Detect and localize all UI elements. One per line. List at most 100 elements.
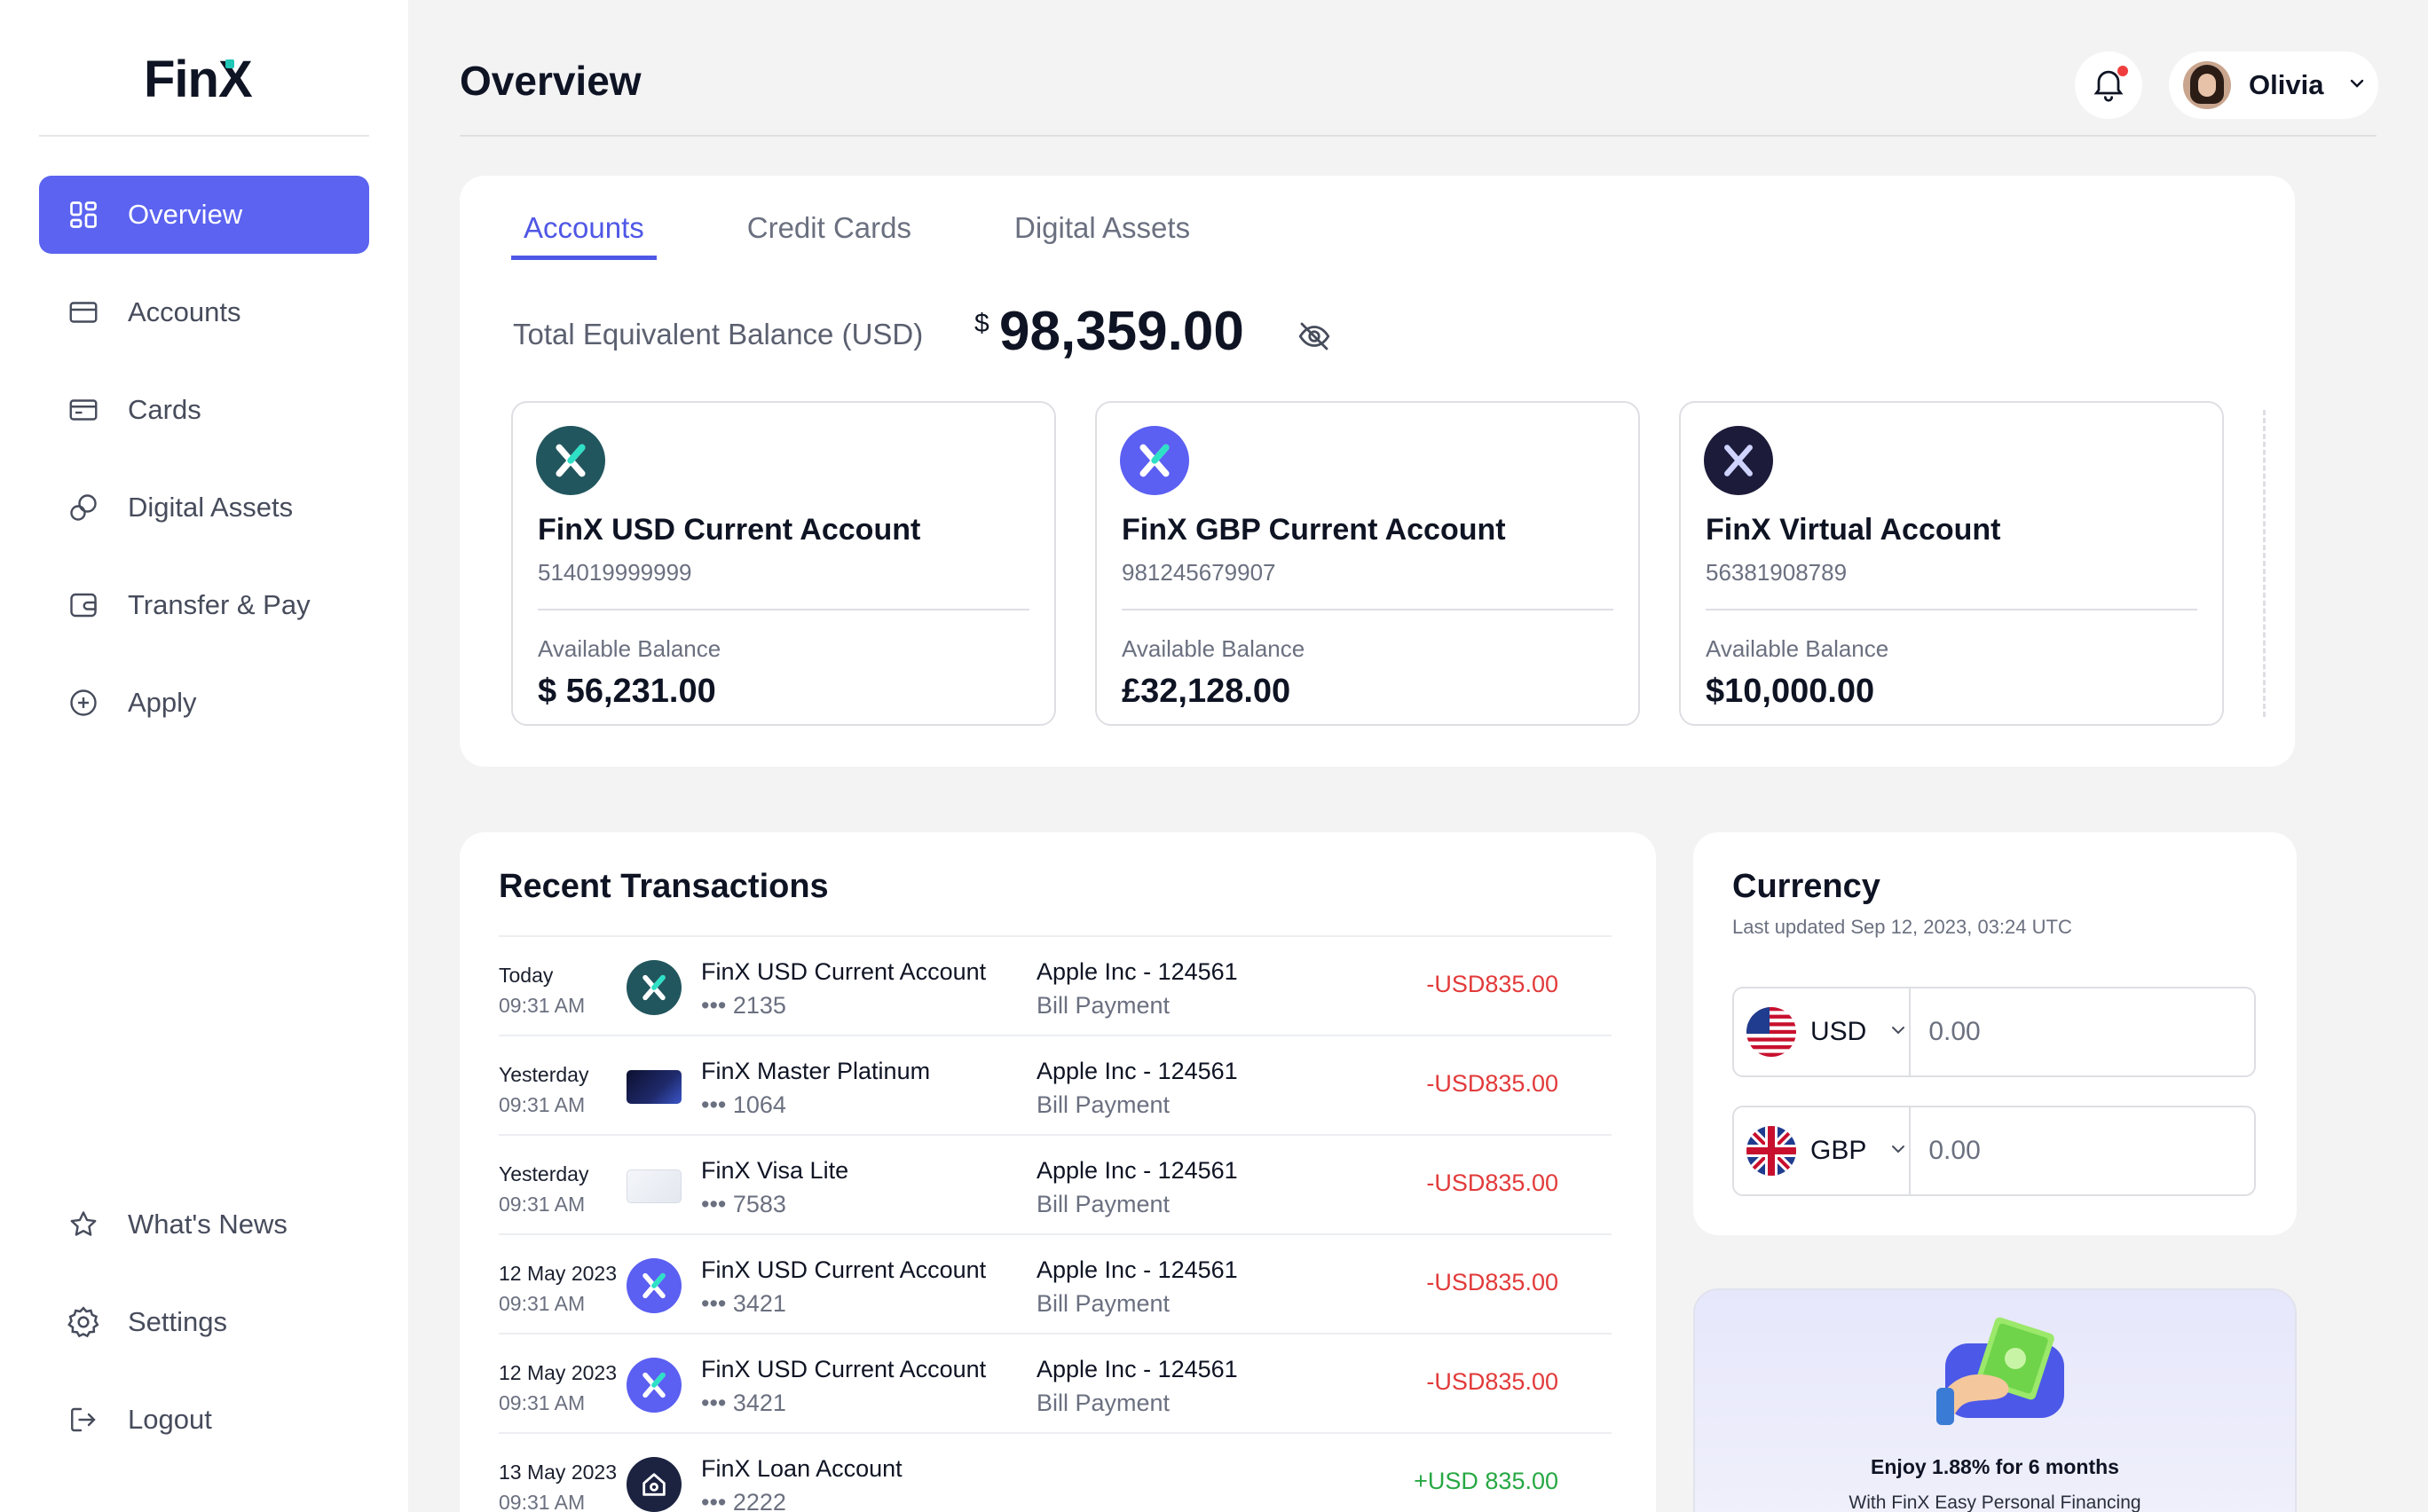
sidebar-item-label: What's News [128,1209,288,1240]
notifications-button[interactable] [2075,51,2142,119]
sidebar-item-label: Logout [128,1404,212,1435]
account-number: 981245679907 [1122,559,1276,586]
grid-icon [66,197,101,232]
table-row[interactable]: Today 09:31 AM FinX USD Current Account ••… [499,935,1612,1035]
card-icon [66,392,101,428]
credit-card-icon [627,1070,682,1104]
table-row[interactable]: Yesterday 09:31 AM FinX Visa Lite ••• 7583… [499,1134,1612,1233]
header-divider [460,135,2377,137]
sidebar-item-label: Cards [128,394,201,425]
hide-balance-icon[interactable] [1296,318,1333,359]
transaction-amount: -USD835.00 [1426,1368,1558,1395]
user-menu[interactable]: Olivia [2169,51,2378,119]
total-balance-currency: $ [974,309,989,338]
table-row[interactable]: Yesterday 09:31 AM FinX Master Platinum ••… [499,1035,1612,1134]
star-icon [66,1207,101,1242]
balance-label: Available Balance [538,635,721,662]
uk-flag-icon [1746,1126,1796,1176]
sidebar-item-settings[interactable]: Settings [39,1283,369,1361]
transaction-amount: +USD 835.00 [1414,1468,1558,1494]
currency-converter-row: GBP [1732,1106,2272,1196]
account-balance: £32,128.00 [1122,673,1291,710]
plus-circle-icon [66,685,101,721]
transaction-merchant: Apple Inc - 124561 Bill Payment [1037,1058,1238,1118]
tab-credit-cards[interactable]: Credit Cards [735,211,924,260]
page-title: Overview [460,58,642,104]
currency-select[interactable]: USD [1734,988,1912,1075]
promo-banner[interactable]: Enjoy 1.88% for 6 months With FinX Easy … [1693,1288,2297,1512]
balance-label: Available Balance [1706,635,1889,662]
transaction-date: 12 May 2023 09:31 AM [499,1262,617,1315]
section-title: Currency [1732,868,1880,905]
divider [39,135,369,137]
house-icon [627,1457,682,1512]
finx-x-icon [1120,426,1189,495]
currency-select[interactable]: GBP [1734,1107,1912,1194]
coins-icon [66,490,101,525]
sidebar-item-transfer-pay[interactable]: Transfer & Pay [39,566,369,644]
account-card[interactable]: FinX USD Current Account 514019999999 Av… [511,401,1056,726]
transaction-amount: -USD835.00 [1426,1269,1558,1295]
avatar [2183,61,2231,109]
sidebar-item-apply[interactable]: Apply [39,664,369,742]
transaction-date: Yesterday 09:31 AM [499,1162,589,1216]
transaction-account: FinX Visa Lite ••• 7583 [701,1157,849,1217]
sidebar-item-digital-assets[interactable]: Digital Assets [39,469,369,547]
transaction-merchant: Apple Inc - 124561 Bill Payment [1037,958,1238,1019]
sidebar-item-label: Settings [128,1306,228,1337]
table-row[interactable]: 13 May 2023 09:31 AM FinX Loan Account •••… [499,1432,1612,1512]
table-row[interactable]: 12 May 2023 09:31 AM FinX USD Current Acc… [499,1233,1612,1333]
account-balance: $ 56,231.00 [538,673,716,710]
transaction-merchant: Apple Inc - 124561 Bill Payment [1037,1256,1238,1317]
total-balance-value: 98,359.00 [999,301,1244,362]
sidebar-item-accounts[interactable]: Accounts [39,273,369,351]
finx-x-icon [536,426,605,495]
finx-logo[interactable]: FinX [144,50,253,109]
currency-code: USD [1810,1017,1867,1046]
credit-card-icon [627,1169,682,1203]
gear-icon [66,1304,101,1340]
transaction-amount: -USD835.00 [1426,1169,1558,1196]
account-card[interactable]: FinX Virtual Account 56381908789 Availab… [1679,401,2224,726]
sidebar-nav: Overview Accounts Cards Digital Assets T… [39,176,369,761]
sidebar-item-whats-news[interactable]: What's News [39,1185,369,1264]
amount-input[interactable] [1911,988,2272,1075]
transaction-account: FinX USD Current Account ••• 2135 [701,958,987,1019]
account-name: FinX GBP Current Account [1122,513,1506,547]
sidebar-item-logout[interactable]: Logout [39,1381,369,1459]
amount-input[interactable] [1911,1107,2272,1194]
tab-digital-assets[interactable]: Digital Assets [1002,211,1202,260]
transaction-date: 13 May 2023 09:31 AM [499,1461,617,1512]
chevron-down-icon [2346,73,2368,98]
transaction-account: FinX USD Current Account ••• 3421 [701,1256,987,1317]
section-title: Recent Transactions [499,868,829,905]
currency-converter-row: USD [1732,987,2272,1077]
finx-x-icon [1704,426,1773,495]
finx-x-icon [627,1358,682,1413]
account-number: 56381908789 [1706,559,1848,586]
sidebar-item-overview[interactable]: Overview [39,176,369,254]
sidebar-item-label: Overview [128,199,243,230]
transfer-icon [66,587,101,623]
user-name: Olivia [2249,69,2324,100]
tab-accounts[interactable]: Accounts [511,211,657,260]
sidebar-bottom-nav: What's News Settings Logout [39,1185,369,1478]
sidebar-item-label: Digital Assets [128,492,294,523]
promo-title: Enjoy 1.88% for 6 months [1871,1455,2119,1478]
recent-transactions-panel: Recent Transactions Today 09:31 AM FinX U… [460,832,1656,1512]
sidebar-item-cards[interactable]: Cards [39,371,369,449]
accounts-panel: Accounts Credit Cards Digital Assets Tot… [460,176,2295,767]
table-row[interactable]: 12 May 2023 09:31 AM FinX USD Current Acc… [499,1333,1612,1432]
next-account-card-peek[interactable] [2263,410,2295,717]
sidebar-item-label: Transfer & Pay [128,589,311,620]
transaction-merchant: Apple Inc - 124561 Bill Payment [1037,1157,1238,1217]
transaction-account: FinX Master Platinum ••• 1064 [701,1058,931,1118]
us-flag-icon [1746,1007,1796,1057]
transaction-list: Today 09:31 AM FinX USD Current Account ••… [499,935,1612,1512]
account-card[interactable]: FinX GBP Current Account 981245679907 Av… [1095,401,1640,726]
chevron-down-icon [1888,1020,1909,1045]
sidebar: FinX Overview Accounts Cards Digital Ass… [0,0,408,1512]
divider [1706,609,2197,610]
logout-icon [66,1402,101,1437]
currency-panel: Currency Last updated Sep 12, 2023, 03:2… [1693,832,2297,1235]
